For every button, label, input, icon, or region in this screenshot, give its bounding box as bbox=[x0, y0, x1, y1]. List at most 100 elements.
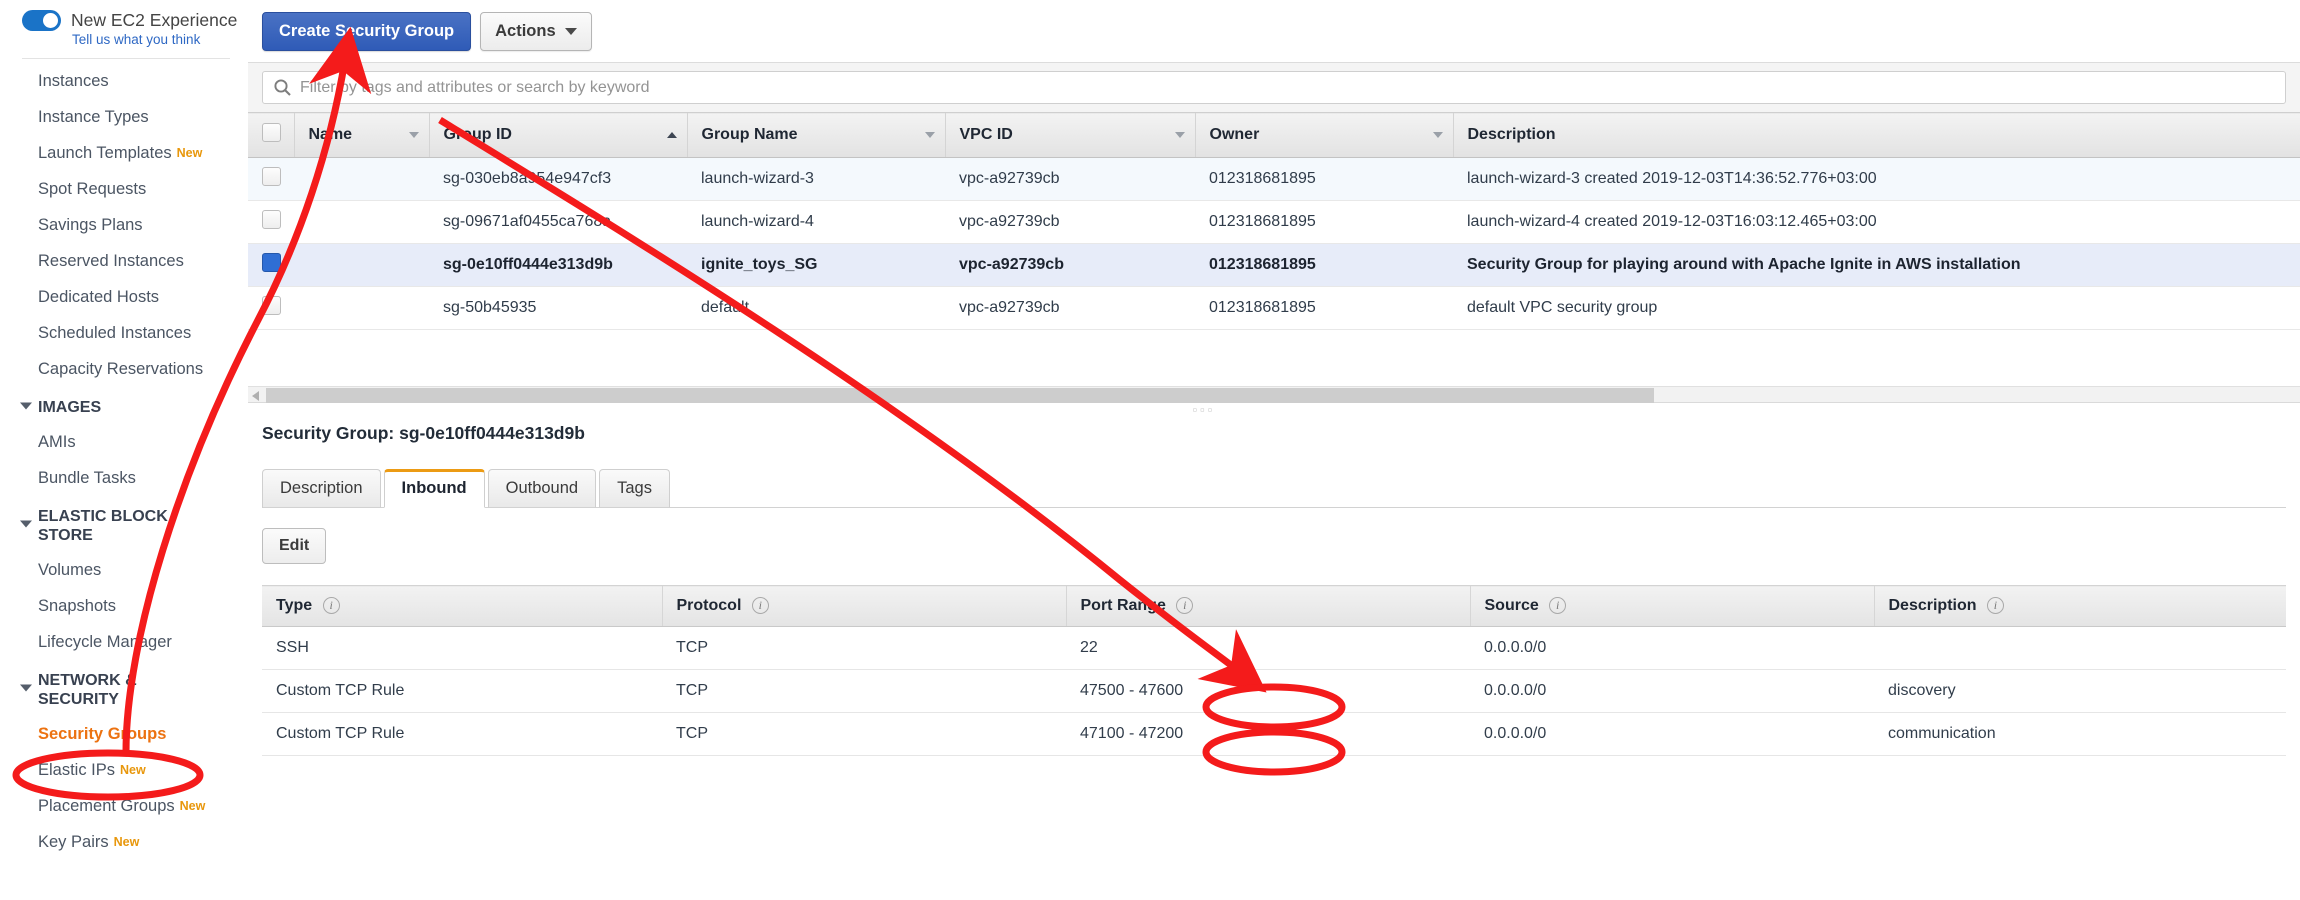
search-icon bbox=[274, 79, 291, 96]
sort-indicator-icon[interactable] bbox=[1174, 132, 1185, 138]
sort-indicator-icon[interactable] bbox=[666, 132, 677, 138]
sidebar-item-placement-groups[interactable]: Placement Groups New bbox=[0, 788, 248, 824]
sidebar-item-elastic-ips[interactable]: Elastic IPs New bbox=[0, 752, 248, 788]
row-checkbox[interactable] bbox=[262, 167, 281, 186]
actions-button[interactable]: Actions bbox=[480, 12, 592, 51]
column-label: Owner bbox=[1209, 126, 1260, 143]
tab-tags[interactable]: Tags bbox=[599, 469, 670, 508]
sidebar-item-dedicated-hosts[interactable]: Dedicated Hosts bbox=[0, 279, 248, 315]
cell-owner: 012318681895 bbox=[1195, 286, 1453, 330]
sidebar-item-security-groups[interactable]: Security Groups bbox=[0, 716, 248, 752]
info-icon[interactable]: i bbox=[322, 597, 340, 614]
scroll-left-arrow-icon[interactable] bbox=[252, 391, 259, 401]
cell-name bbox=[294, 243, 429, 287]
cell-description: launch-wizard-4 created 2019-12-03T16:03… bbox=[1453, 200, 2300, 244]
column-header-vpc-id[interactable]: VPC ID bbox=[944, 112, 1195, 158]
sidebar-item-reserved-instances[interactable]: Reserved Instances bbox=[0, 243, 248, 279]
sidebar-item-savings-plans[interactable]: Savings Plans bbox=[0, 207, 248, 243]
rule-port-range: 47500 - 47600 bbox=[1066, 669, 1470, 713]
tab-outbound[interactable]: Outbound bbox=[487, 469, 597, 508]
rule-source: 0.0.0.0/0 bbox=[1470, 669, 1874, 713]
row-checkbox-cell[interactable] bbox=[248, 243, 294, 287]
table-row[interactable]: sg-09671af0455ca768a launch-wizard-4 vpc-a… bbox=[248, 200, 2300, 244]
row-checkbox[interactable] bbox=[262, 210, 281, 229]
new-badge: New bbox=[113, 835, 140, 849]
panel-resize-handle[interactable]: ▫▫▫ bbox=[108, 403, 2300, 417]
info-icon[interactable]: i bbox=[1176, 597, 1194, 614]
create-security-group-button[interactable]: Create Security Group bbox=[262, 12, 472, 51]
sidebar-item-label: Spot Requests bbox=[38, 180, 147, 198]
table-row[interactable]: sg-0e10ff0444e313d9b ignite_toys_SG vpc-a9… bbox=[248, 243, 2300, 287]
sidebar-item-volumes[interactable]: Volumes bbox=[0, 552, 248, 588]
new-experience-toggle[interactable] bbox=[22, 10, 61, 31]
row-checkbox-cell[interactable] bbox=[248, 157, 294, 201]
sort-indicator-icon[interactable] bbox=[1432, 132, 1443, 138]
rules-column-protocol: Protocol i bbox=[661, 585, 1066, 627]
sidebar-item-scheduled-instances[interactable]: Scheduled Instances bbox=[0, 315, 248, 351]
cell-group-name: launch-wizard-4 bbox=[687, 200, 945, 244]
cell-group-id: sg-09671af0455ca768a bbox=[429, 200, 687, 244]
row-checkbox-cell[interactable] bbox=[248, 286, 294, 330]
sort-indicator-icon[interactable] bbox=[408, 132, 419, 138]
sidebar-item-label: Capacity Reservations bbox=[38, 360, 204, 378]
new-ec2-experience-toggle-row[interactable]: New EC2 Experience bbox=[0, 0, 248, 31]
sidebar-item-label: Reserved Instances bbox=[38, 252, 184, 270]
cell-group-id: sg-0e10ff0444e313d9b bbox=[429, 243, 687, 287]
tell-us-what-you-think-link[interactable]: Tell us what you think bbox=[72, 32, 248, 47]
sidebar-item-capacity-reservations[interactable]: Capacity Reservations bbox=[0, 351, 248, 387]
sidebar-item-instances[interactable]: Instances bbox=[0, 63, 248, 99]
sidebar-item-label: Lifecycle Manager bbox=[38, 633, 172, 651]
sidebar-item-label: Launch Templates bbox=[38, 144, 172, 162]
rules-header-row: Type i Protocol i Port Range i Source i … bbox=[262, 585, 2286, 627]
sidebar-item-instance-types[interactable]: Instance Types bbox=[0, 99, 248, 135]
select-all-header[interactable] bbox=[248, 112, 294, 158]
table-row[interactable]: sg-50b45935 default vpc-a92739cb 0123186818… bbox=[248, 286, 2300, 330]
cell-name bbox=[294, 286, 429, 330]
tab-description[interactable]: Description bbox=[262, 469, 381, 508]
search-bar[interactable] bbox=[262, 71, 2286, 104]
edit-button[interactable]: Edit bbox=[262, 528, 327, 564]
horizontal-scrollbar[interactable] bbox=[248, 386, 2300, 403]
sidebar-item-snapshots[interactable]: Snapshots bbox=[0, 588, 248, 624]
cell-name bbox=[294, 157, 429, 201]
actions-label: Actions bbox=[495, 22, 556, 40]
info-icon[interactable]: i bbox=[751, 597, 769, 614]
sidebar-item-lifecycle-manager[interactable]: Lifecycle Manager bbox=[0, 624, 248, 660]
info-icon[interactable]: i bbox=[1549, 597, 1567, 614]
cell-group-id: sg-030eb8a954e947cf3 bbox=[429, 157, 687, 201]
sidebar-group-elastic-block-store[interactable]: ELASTIC BLOCK STORE bbox=[0, 496, 248, 552]
column-header-name[interactable]: Name bbox=[293, 112, 429, 158]
search-bar-container bbox=[248, 62, 2300, 112]
info-icon[interactable]: i bbox=[1986, 597, 2004, 614]
sidebar-item-key-pairs[interactable]: Key Pairs New bbox=[0, 824, 248, 860]
search-input[interactable] bbox=[298, 77, 2275, 98]
sidebar-group-network-security[interactable]: NETWORK & SECURITY bbox=[0, 660, 248, 716]
column-header-description[interactable]: Description bbox=[1452, 112, 2300, 158]
row-checkbox-cell[interactable] bbox=[248, 200, 294, 244]
rule-protocol: TCP bbox=[662, 712, 1066, 756]
scrollbar-thumb[interactable] bbox=[266, 388, 1654, 403]
table-row[interactable]: sg-030eb8a954e947cf3 launch-wizard-3 vpc-a… bbox=[248, 157, 2300, 201]
row-checkbox[interactable] bbox=[262, 296, 281, 315]
column-header-group-name[interactable]: Group Name bbox=[686, 112, 945, 158]
sidebar-item-bundle-tasks[interactable]: Bundle Tasks bbox=[0, 460, 248, 496]
column-label: VPC ID bbox=[959, 126, 1013, 143]
detail-panel-title: Security Group: sg-0e10ff0444e313d9b bbox=[262, 423, 585, 443]
row-checkbox[interactable] bbox=[262, 253, 281, 272]
select-all-checkbox[interactable] bbox=[262, 123, 281, 142]
sort-indicator-icon[interactable] bbox=[924, 132, 935, 138]
sidebar-item-amis[interactable]: AMIs bbox=[0, 424, 248, 460]
cell-vpc-id: vpc-a92739cb bbox=[945, 157, 1195, 201]
sidebar-item-spot-requests[interactable]: Spot Requests bbox=[0, 171, 248, 207]
column-header-owner[interactable]: Owner bbox=[1194, 112, 1453, 158]
rule-type: Custom TCP Rule bbox=[262, 712, 662, 756]
sidebar-item-label: Placement Groups bbox=[38, 797, 175, 815]
sidebar-item-label: Instance Types bbox=[38, 108, 149, 126]
column-header-group-id[interactable]: Group ID bbox=[428, 112, 687, 158]
sidebar-item-launch-templates[interactable]: Launch Templates New bbox=[0, 135, 248, 171]
detail-panel: Security Group: sg-0e10ff0444e313d9b Des… bbox=[248, 417, 2300, 756]
tab-inbound[interactable]: Inbound bbox=[383, 469, 485, 508]
toolbar: Create Security Group Actions bbox=[248, 0, 2300, 51]
column-label: Protocol bbox=[676, 597, 742, 614]
caret-down-icon bbox=[20, 520, 32, 528]
